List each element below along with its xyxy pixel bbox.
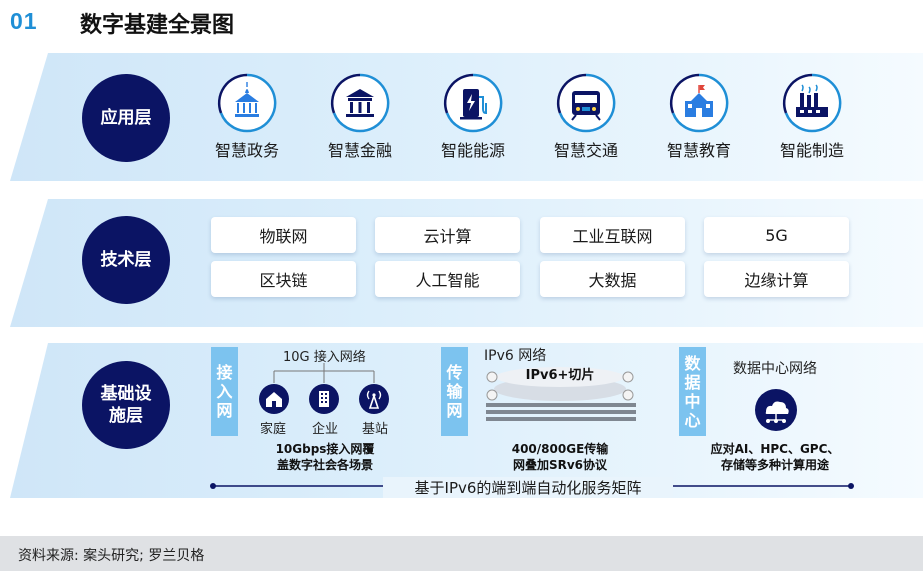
app-label: 智慧政务	[214, 141, 279, 160]
app-label: 智慧金融	[327, 141, 392, 160]
office-building-icon	[309, 384, 339, 414]
charging-station-icon	[443, 73, 503, 133]
page-title: 数字基建全景图	[80, 13, 235, 38]
bank-icon	[330, 73, 390, 133]
tech-item: 边缘计算	[704, 261, 849, 297]
cloud-network-icon	[755, 389, 797, 431]
tech-item: 5G	[704, 217, 849, 253]
section-number: 01	[10, 8, 38, 34]
access-tree-connector	[273, 363, 375, 383]
app-label: 智慧交通	[553, 141, 618, 160]
app-item-manufacturing: 智能制造	[766, 73, 858, 161]
base-station-icon	[359, 384, 389, 414]
tech-item: 工业互联网	[540, 217, 685, 253]
app-label: 智能制造	[779, 141, 844, 160]
app-label: 智慧教育	[666, 141, 731, 160]
transport-network-tab: 传输网	[441, 347, 468, 436]
transport-network-title: IPv6 网络	[484, 348, 547, 364]
app-label: 智能能源	[440, 141, 505, 160]
app-item-transport: 智慧交通	[540, 73, 632, 161]
government-building-icon	[217, 73, 277, 133]
node-label-base-station: 基站	[362, 422, 389, 437]
infrastructure-layer-label: 基础设 施层	[82, 361, 170, 449]
datacenter-network-note: 应对AI、HPC、GPC、 存储等多种计算用途	[710, 442, 840, 472]
school-icon	[669, 73, 729, 133]
source-note: 资料来源: 案头研究; 罗兰贝格	[18, 548, 205, 564]
home-icon	[259, 384, 289, 414]
slice-label: IPv6+切片	[525, 368, 595, 383]
access-network-tab: 接入网	[211, 347, 238, 436]
transport-network-note: 400/800GE传输 网叠加SRv6协议	[511, 442, 609, 472]
tech-item: 云计算	[375, 217, 520, 253]
app-item-finance: 智慧金融	[314, 73, 406, 161]
tech-item: 人工智能	[375, 261, 520, 297]
tech-item: 区块链	[211, 261, 356, 297]
app-item-energy: 智能能源	[427, 73, 519, 161]
datacenter-network-title: 数据中心网络	[733, 361, 817, 377]
tech-item: 大数据	[540, 261, 685, 297]
app-item-education: 智慧教育	[653, 73, 745, 161]
app-item-government: 智慧政务	[201, 73, 293, 161]
technology-layer-label: 技术层	[82, 216, 170, 304]
application-layer-label: 应用层	[82, 74, 170, 162]
node-label-enterprise: 企业	[312, 422, 339, 437]
node-label-home: 家庭	[260, 422, 287, 437]
datacenter-network-tab: 数据中心	[679, 347, 706, 436]
tech-item: 物联网	[211, 217, 356, 253]
access-network-note: 10Gbps接入网覆 盖数字社会各场景	[275, 442, 375, 472]
matrix-label: 基于IPv6的端到端自动化服务矩阵	[383, 477, 673, 498]
factory-icon	[782, 73, 842, 133]
train-icon	[556, 73, 616, 133]
